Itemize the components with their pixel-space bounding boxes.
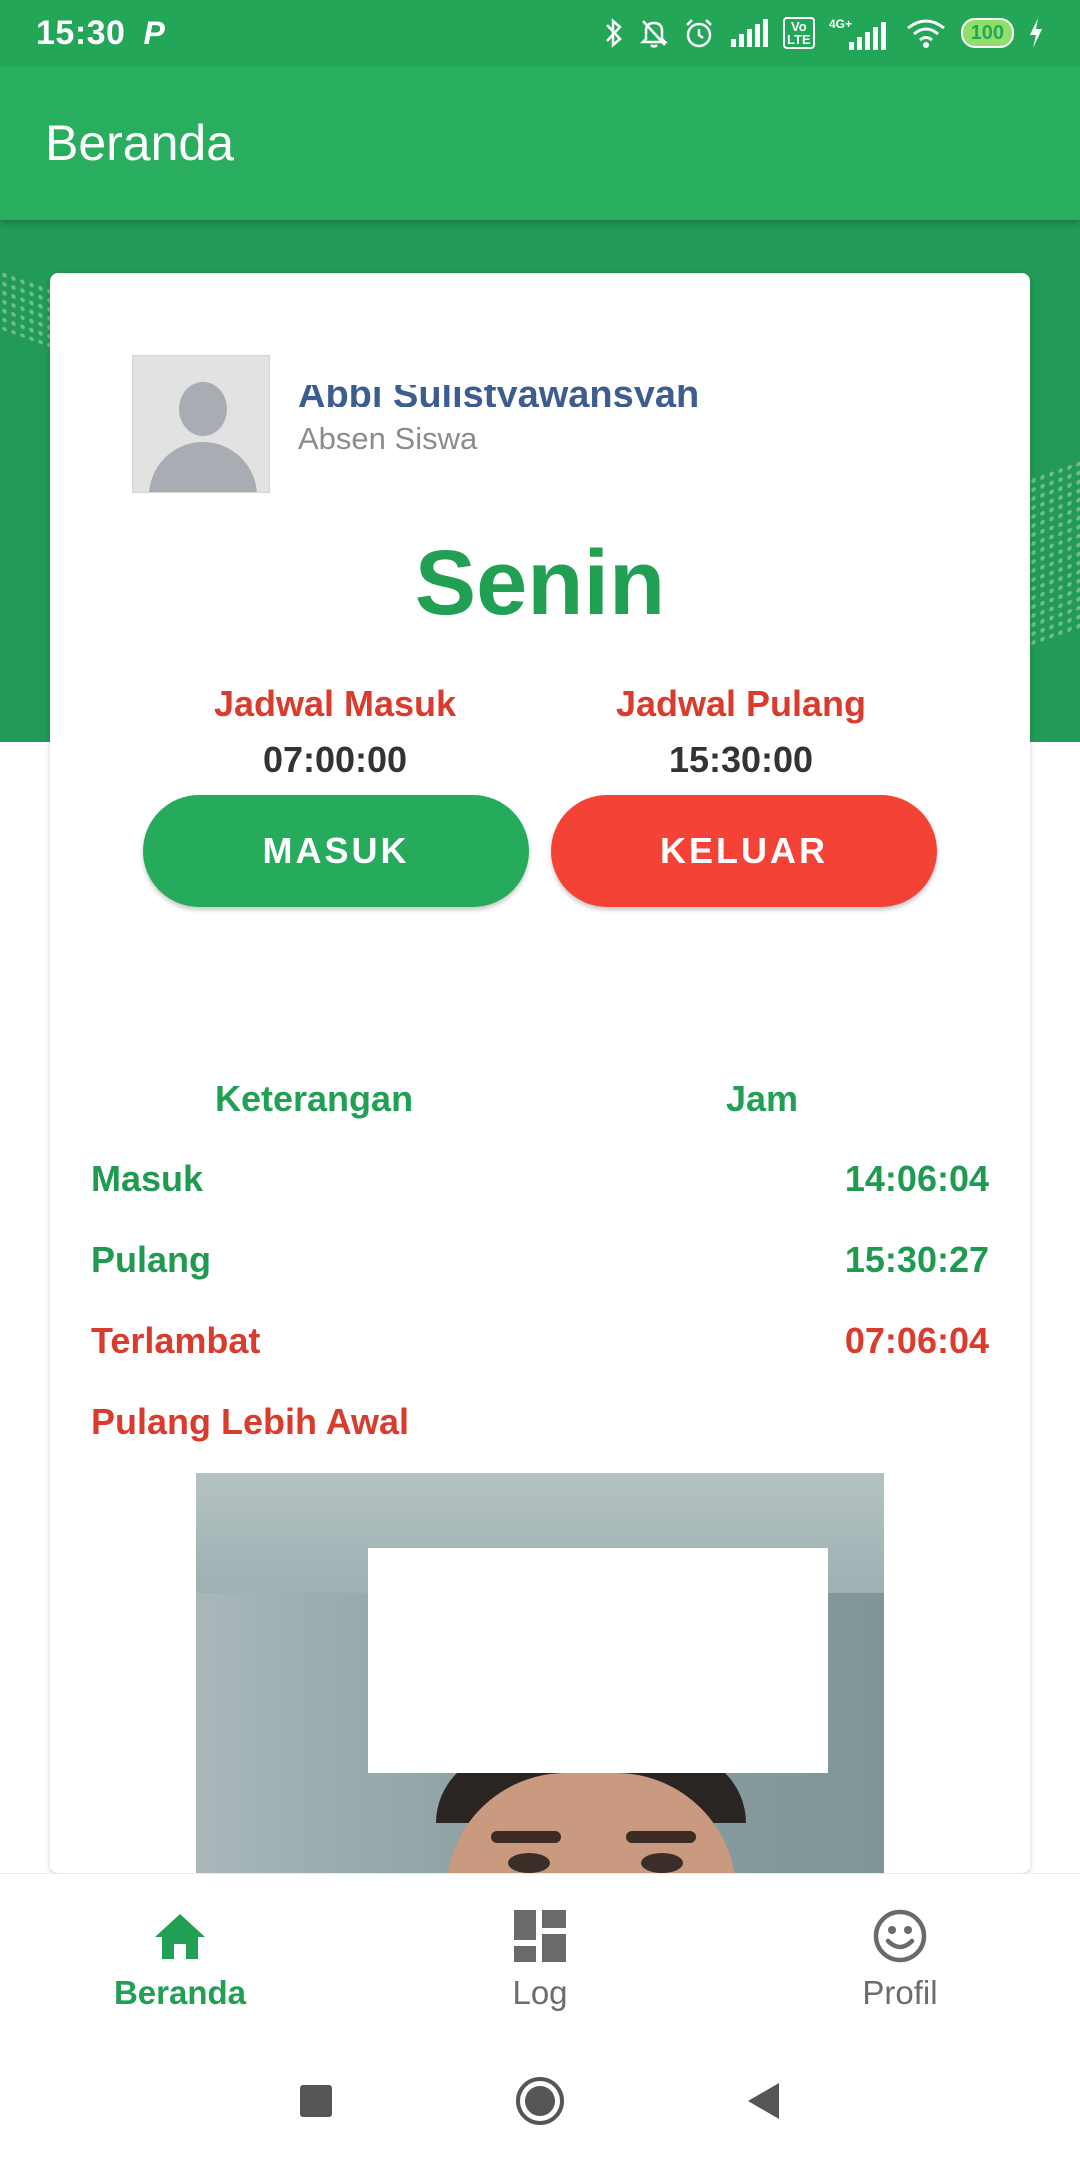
page-title: Beranda [45, 115, 235, 171]
log-header-description: Keterangan [215, 1078, 414, 1119]
schedule-in-time: 07:00:00 [262, 739, 408, 780]
alarm-icon [683, 17, 715, 49]
check-out-button[interactable]: KELUAR [551, 795, 937, 907]
log-row-value: 07:06:04 [844, 1320, 989, 1361]
wifi-icon [905, 18, 947, 48]
smiley-icon [870, 1906, 930, 1966]
nav-item-profil[interactable]: Profil [720, 1874, 1080, 2043]
attendance-card[interactable]: Abbi Sulistyawansyah Absen Siswa Senin J… [50, 273, 1030, 1873]
home-icon [150, 1906, 210, 1966]
bottom-navigation: Beranda Log Profil [0, 1873, 1080, 2043]
nav-item-beranda[interactable]: Beranda [0, 1874, 360, 2043]
battery-indicator: 100 [960, 18, 1014, 48]
log-row: Terlambat 07:06:04 [91, 1320, 989, 1362]
bell-off-icon [639, 17, 669, 49]
redaction-box [368, 1548, 828, 1773]
profile-header: Abbi Sulistyawansyah Absen Siswa [132, 355, 699, 493]
log-header-time: Jam [726, 1078, 799, 1119]
log-row: Pulang Lebih Awal [91, 1401, 989, 1443]
home-button[interactable] [510, 2071, 570, 2131]
schedule-out: Jadwal Pulang 15:30:00 [551, 683, 931, 781]
charging-icon [1028, 18, 1044, 48]
dashboard-icon [510, 1906, 570, 1966]
svg-text:4G+: 4G+ [829, 17, 852, 31]
nav-item-log[interactable]: Log [360, 1874, 720, 2043]
log-row-label: Masuk [91, 1158, 204, 1199]
status-time: 15:30 [36, 13, 126, 52]
nav-label-log: Log [512, 1973, 568, 2011]
recents-button[interactable] [286, 2071, 346, 2131]
profile-name: Abbi Sulistyawansyah [298, 385, 699, 407]
log-row-value: 14:06:04 [844, 1158, 989, 1199]
bluetooth-icon [603, 17, 625, 49]
attendance-photo [196, 1473, 884, 1873]
volte-icon: Vo LTE [783, 17, 815, 49]
log-row-label: Terlambat [91, 1320, 261, 1361]
log-row: Masuk 14:06:04 [91, 1158, 989, 1200]
profile-text: Abbi Sulistyawansyah Absen Siswa [298, 385, 699, 457]
log-row-value: 15:30:27 [844, 1239, 989, 1280]
profile-name-text: Abbi Sulistyawansyah [298, 385, 700, 407]
system-navigation [0, 2043, 1080, 2160]
check-in-button[interactable]: MASUK [143, 795, 529, 907]
schedule-in: Jadwal Masuk 07:00:00 [145, 683, 525, 781]
parking-notification-icon: P [143, 14, 165, 51]
status-bar: 15:30 P Vo LTE 4G+ 100 [0, 0, 1080, 66]
log-row-label: Pulang [91, 1239, 212, 1280]
signal-4g-icon: 4G+ [829, 16, 891, 50]
photo-eye-left [508, 1853, 550, 1873]
avatar [132, 355, 270, 493]
schedule-out-label: Jadwal Pulang [615, 683, 867, 724]
nav-label-profil: Profil [862, 1973, 938, 2011]
schedule-in-label: Jadwal Masuk [213, 683, 457, 724]
photo-brow-left [491, 1831, 561, 1843]
log-row: Pulang 15:30:27 [91, 1239, 989, 1281]
photo-brow-right [626, 1831, 696, 1843]
photo-eye-right [641, 1853, 683, 1873]
day-title: Senin [414, 532, 666, 634]
schedule-out-time: 15:30:00 [668, 739, 814, 780]
signal-icon [729, 19, 769, 47]
avatar-head [179, 382, 227, 436]
log-row-label: Pulang Lebih Awal [91, 1401, 410, 1442]
status-icons: Vo LTE 4G+ 100 [603, 16, 1044, 50]
nav-label-beranda: Beranda [113, 1973, 247, 2011]
app-bar: Beranda [0, 66, 1080, 220]
back-button[interactable] [734, 2071, 794, 2131]
profile-subtitle: Absen Siswa [298, 421, 478, 456]
avatar-body [149, 442, 257, 492]
screen: 15:30 P Vo LTE 4G+ 100 Beranda Abbi Suli… [0, 0, 1080, 2160]
